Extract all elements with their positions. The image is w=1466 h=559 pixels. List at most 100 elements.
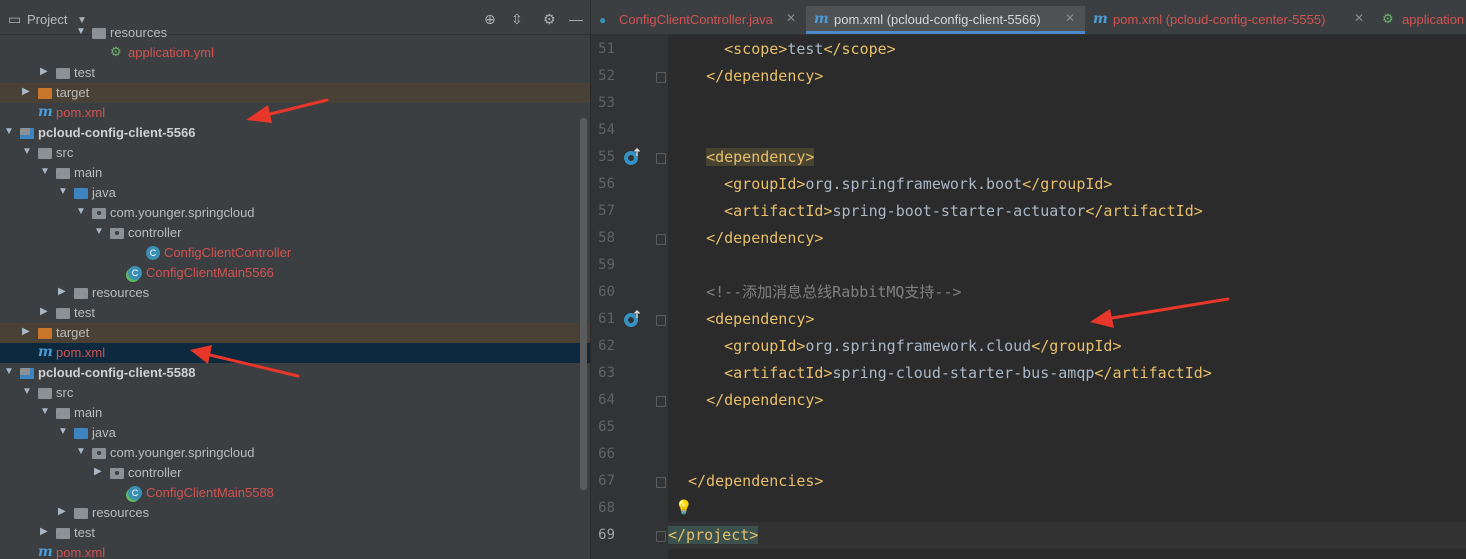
expand-right-icon[interactable]: ▶ (94, 466, 104, 477)
expand-right-icon[interactable]: ▶ (40, 306, 50, 317)
expand-down-icon[interactable]: ▼ (4, 366, 14, 377)
tree-item[interactable]: ▶ test (0, 63, 590, 83)
tree-scrollbar[interactable] (580, 118, 587, 490)
tree-item[interactable]: ▼ controller (0, 223, 590, 243)
code-line[interactable]: </project> (668, 522, 1466, 549)
class-icon: C (146, 246, 160, 260)
tree-item[interactable]: C ConfigClientMain5588 (0, 483, 590, 503)
expand-down-icon[interactable]: ▼ (40, 406, 50, 417)
maven-icon: m (38, 104, 53, 120)
code-line[interactable] (668, 495, 1466, 522)
code-line[interactable]: </dependencies> (668, 468, 1466, 495)
code-line[interactable] (668, 117, 1466, 144)
expand-right-icon[interactable]: ▶ (22, 86, 32, 97)
tree-item[interactable]: m pom.xml (0, 543, 590, 559)
tree-item[interactable]: ▼ java (0, 183, 590, 203)
fold-marker-icon[interactable] (656, 396, 666, 407)
close-tab-icon[interactable]: ✕ (1065, 11, 1075, 25)
expand-down-icon[interactable]: ▼ (58, 426, 68, 437)
tree-item[interactable]: ▼ com.younger.springcloud (0, 203, 590, 223)
package-icon (92, 448, 106, 459)
code-line[interactable]: <artifactId>spring-cloud-starter-bus-amq… (668, 360, 1466, 387)
expand-down-icon[interactable]: ▼ (40, 166, 50, 177)
tree-item[interactable]: ▼ src (0, 383, 590, 403)
lightbulb-icon[interactable]: 💡 (675, 499, 692, 516)
code-line[interactable]: <scope>test</scope> (668, 36, 1466, 63)
code-line[interactable] (668, 441, 1466, 468)
code-line[interactable]: <groupId>org.springframework.boot</group… (668, 171, 1466, 198)
expand-down-icon[interactable]: ▼ (22, 386, 32, 397)
tree-item-label: target (56, 85, 90, 100)
expand-down-icon[interactable]: ▼ (22, 146, 32, 157)
folder-icon (56, 168, 70, 179)
expand-down-icon[interactable]: ▼ (94, 226, 104, 237)
expand-down-icon[interactable]: ▼ (4, 126, 14, 137)
folder-icon (56, 528, 70, 539)
expand-right-icon[interactable]: ▶ (58, 286, 68, 297)
close-tab-icon[interactable]: ✕ (1354, 11, 1364, 25)
tree-item[interactable]: ▼ main (0, 163, 590, 183)
editor-tab[interactable]: m pom.xml (pcloud-config-center-5555) ✕ (1085, 6, 1374, 34)
tree-item[interactable]: ▼ src (0, 143, 590, 163)
tree-item[interactable]: ▶ resources (0, 283, 590, 303)
tree-item[interactable]: ▶ controller (0, 463, 590, 483)
expand-right-icon[interactable]: ▶ (22, 326, 32, 337)
line-number: 55 (598, 149, 615, 165)
fold-marker-icon[interactable] (656, 315, 666, 326)
code-line[interactable]: </dependency> (668, 225, 1466, 252)
tree-item[interactable]: C ConfigClientMain5566 (0, 263, 590, 283)
expand-down-icon[interactable]: ▼ (58, 186, 68, 197)
tree-item[interactable]: ⚙ application.yml (0, 43, 590, 63)
tree-item[interactable]: m pom.xml (0, 103, 590, 123)
editor-tabs: ● ConfigClientController.java ✕ m pom.xml (p… (591, 6, 1466, 35)
expand-down-icon[interactable]: ▼ (76, 446, 86, 457)
expand-right-icon[interactable]: ▶ (40, 526, 50, 537)
code-line[interactable]: <artifactId>spring-boot-starter-actuator… (668, 198, 1466, 225)
tree-item[interactable]: ▶ test (0, 303, 590, 323)
code-line[interactable]: <dependency> (668, 144, 1466, 171)
folder-icon (56, 408, 70, 419)
tree-item[interactable]: ▼ java (0, 423, 590, 443)
tree-item[interactable]: ▼ resources (0, 23, 590, 43)
tree-item[interactable]: m pom.xml (0, 343, 590, 363)
tree-item[interactable]: ▶ target (0, 323, 590, 343)
tree-item-label: com.younger.springcloud (110, 205, 255, 220)
code-line[interactable]: <dependency> (668, 306, 1466, 333)
fold-marker-icon[interactable] (656, 72, 666, 83)
tree-item-label: pom.xml (56, 105, 106, 120)
tree-item[interactable]: ▶ test (0, 523, 590, 543)
code-line[interactable] (668, 414, 1466, 441)
fold-marker-icon[interactable] (656, 153, 666, 164)
tree-item[interactable]: ▼ pcloud-config-client-5588 (0, 363, 590, 383)
editor-tab[interactable]: ● ConfigClientController.java ✕ (591, 6, 806, 34)
overrides-gutter-icon[interactable] (622, 147, 642, 167)
tree-item-label: com.younger.springcloud (110, 445, 255, 460)
code-line[interactable]: <groupId>org.springframework.cloud</grou… (668, 333, 1466, 360)
code-line[interactable]: </dependency> (668, 63, 1466, 90)
line-number: 53 (598, 95, 615, 111)
fold-marker-icon[interactable] (656, 477, 666, 488)
expand-right-icon[interactable]: ▶ (40, 66, 50, 77)
tree-item[interactable]: C ConfigClientController (0, 243, 590, 263)
fold-marker-icon[interactable] (656, 531, 666, 542)
expand-down-icon[interactable]: ▼ (76, 26, 86, 37)
tree-item[interactable]: ▶ resources (0, 503, 590, 523)
code-line[interactable]: <!--添加消息总线RabbitMQ支持--> (668, 279, 1466, 306)
tree-item-label: pom.xml (56, 545, 106, 559)
overrides-gutter-icon[interactable] (622, 309, 642, 329)
editor-tab[interactable]: ⚙ application (1374, 6, 1466, 34)
fold-marker-icon[interactable] (656, 234, 666, 245)
expand-right-icon[interactable]: ▶ (58, 506, 68, 517)
code-text: <!--添加消息总线RabbitMQ支持--> (706, 283, 962, 301)
tree-item[interactable]: ▼ main (0, 403, 590, 423)
tree-item[interactable]: ▼ pcloud-config-client-5566 (0, 123, 590, 143)
expand-down-icon[interactable]: ▼ (76, 206, 86, 217)
code-line[interactable]: </dependency> (668, 387, 1466, 414)
code-line[interactable] (668, 252, 1466, 279)
code-line[interactable] (668, 90, 1466, 117)
close-tab-icon[interactable]: ✕ (786, 11, 796, 25)
editor-tab[interactable]: m pom.xml (pcloud-config-client-5566) ✕ (806, 6, 1085, 34)
tree-item[interactable]: ▶ target (0, 83, 590, 103)
tree-item[interactable]: ▼ com.younger.springcloud (0, 443, 590, 463)
project-panel: ▭ Project ▼ ⊕ ⇳ ⚙ — ▼ resources ⚙ applicati… (0, 0, 590, 559)
